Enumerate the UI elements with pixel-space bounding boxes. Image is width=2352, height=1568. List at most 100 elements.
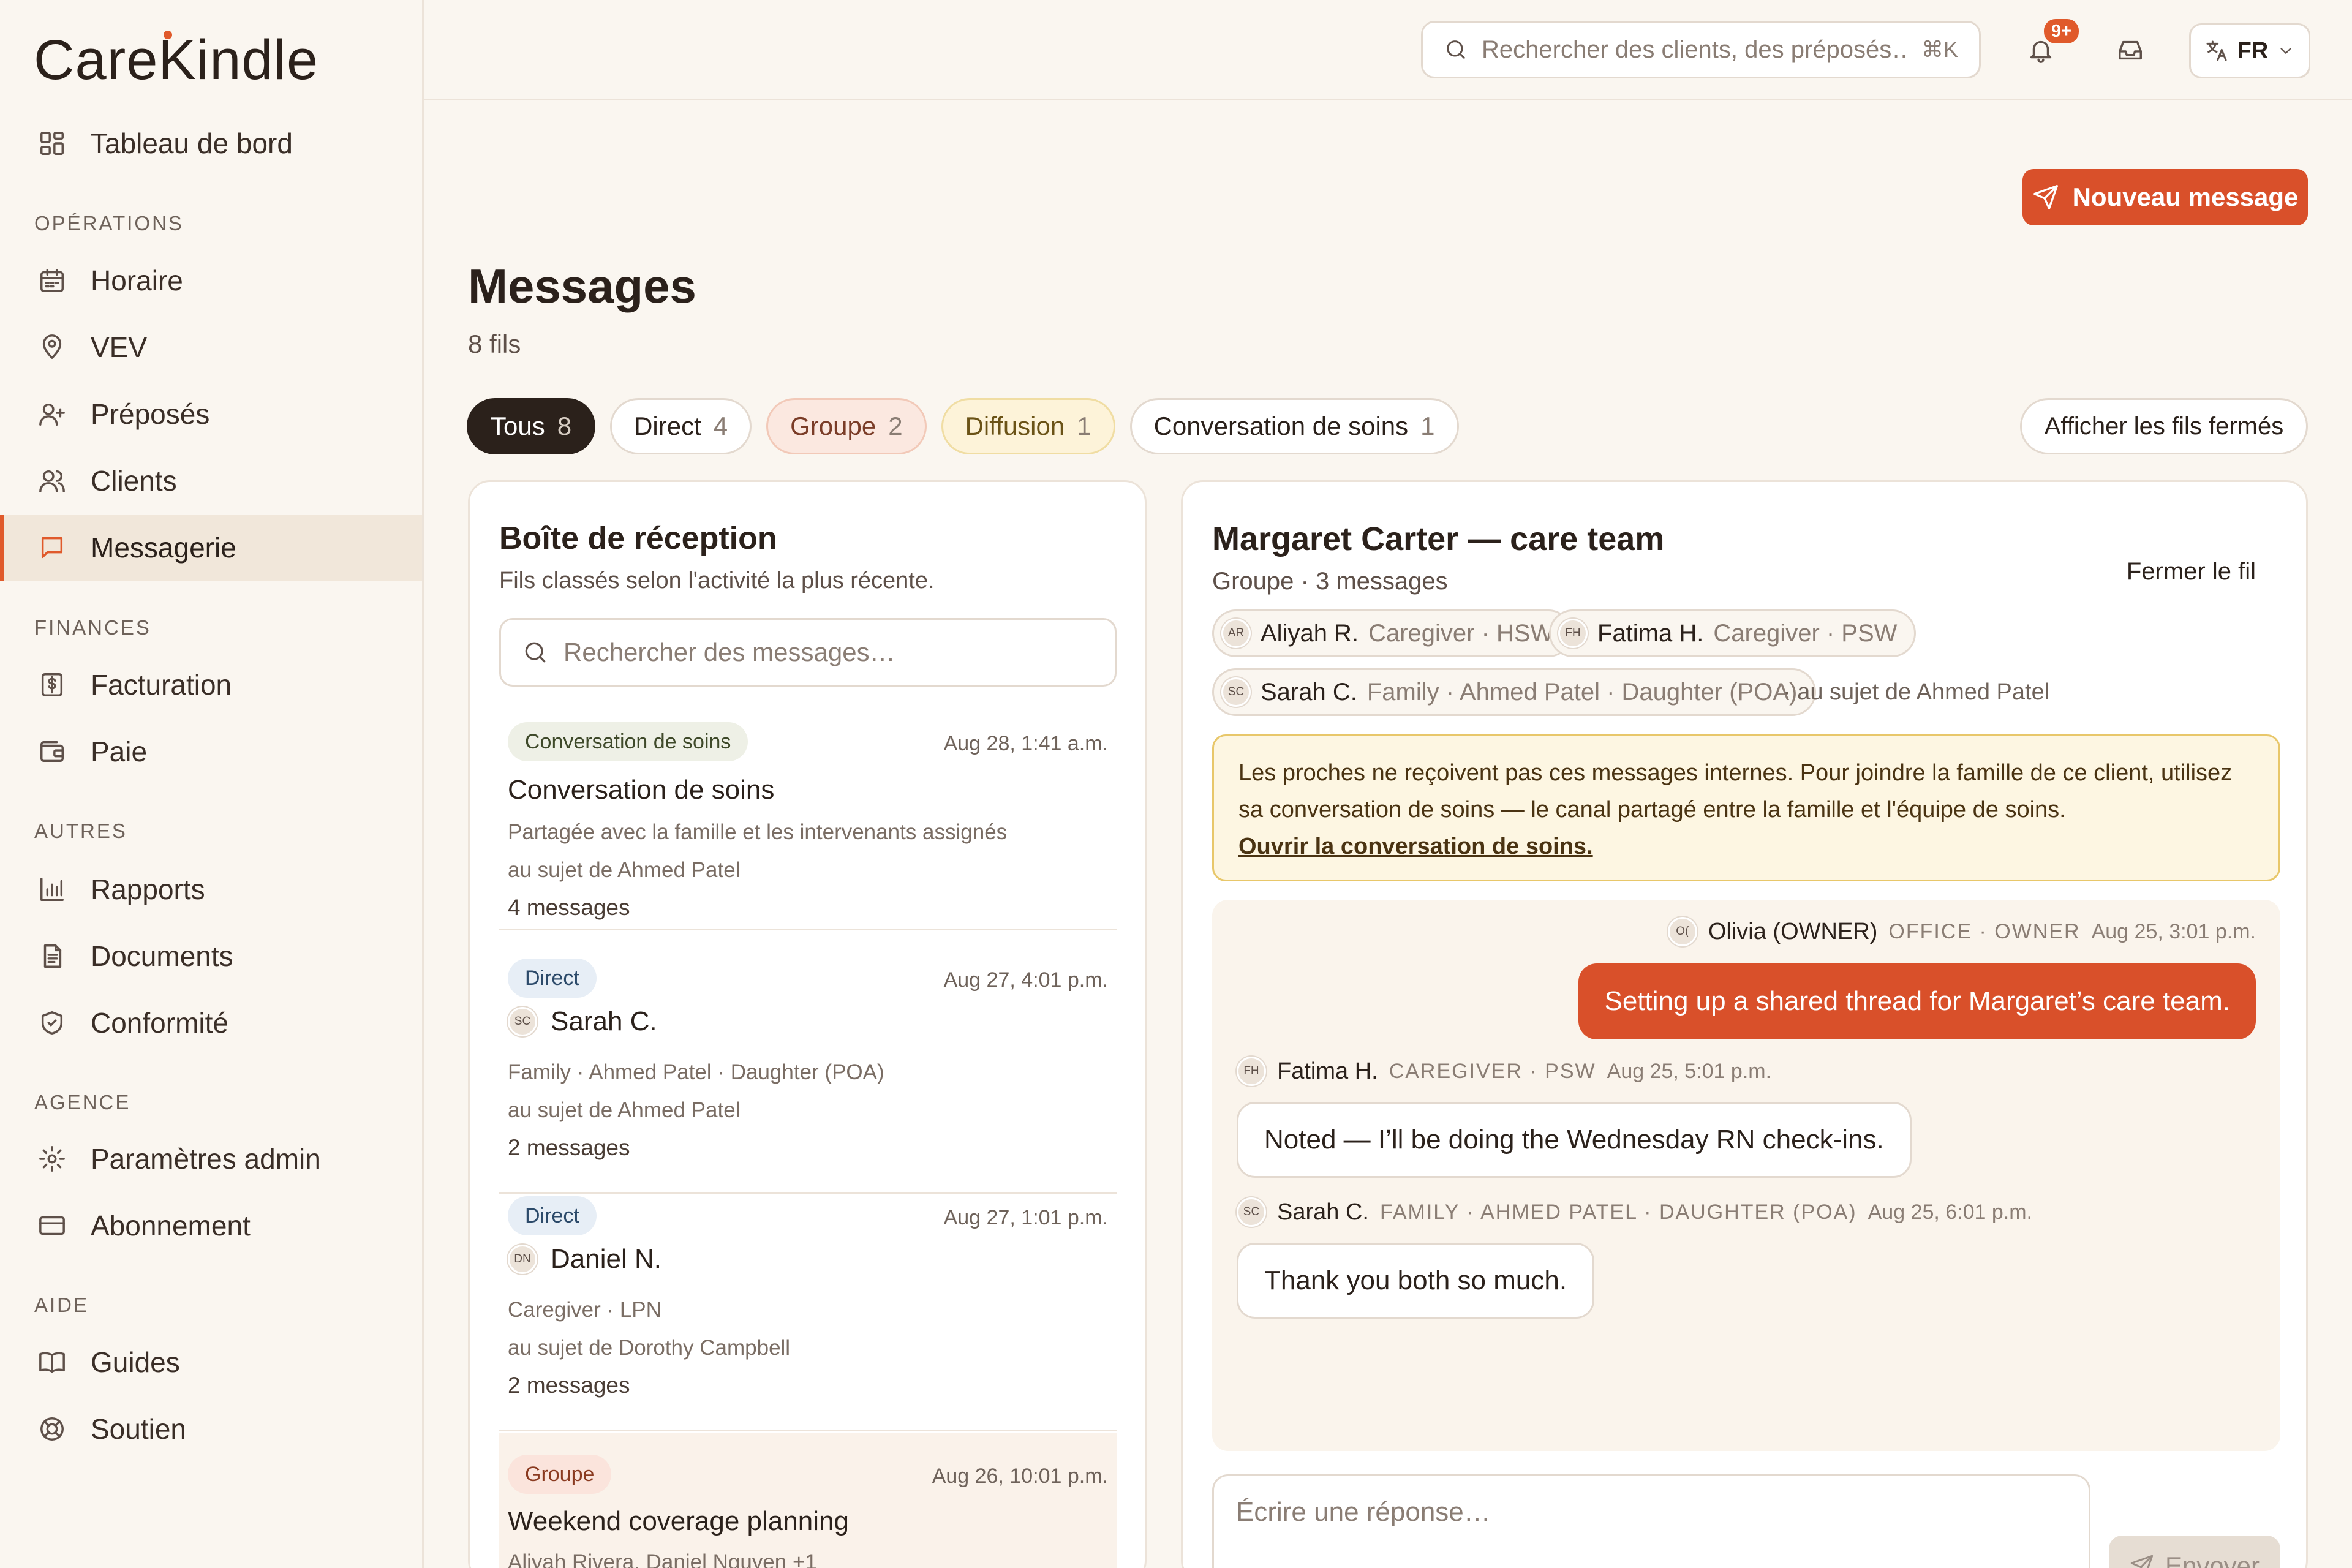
message-search-input[interactable] xyxy=(564,638,1094,667)
nav-item-abonnement[interactable]: Abonnement xyxy=(0,1193,422,1259)
nav-section-finances: FINANCES xyxy=(34,616,151,639)
nav-item-soutien[interactable]: Soutien xyxy=(0,1396,422,1462)
nav-item-documents[interactable]: Documents xyxy=(0,923,422,989)
book-icon xyxy=(39,1352,65,1373)
calendar-icon xyxy=(40,269,64,292)
nav-item-messagerie[interactable]: Messagerie xyxy=(0,514,422,581)
bar-chart-icon xyxy=(40,878,64,901)
nav-item-dashboard[interactable]: Tableau de bord xyxy=(0,110,422,176)
inbox-icon xyxy=(2119,40,2142,60)
close-thread-button[interactable]: Fermer le fil xyxy=(2127,558,2256,586)
participant-chip[interactable]: FH Fatima H. Caregiver · PSW xyxy=(1549,609,1917,657)
search-shortcut: ⌘K xyxy=(1921,37,1958,62)
nav-item-paie[interactable]: Paie xyxy=(0,718,422,785)
open-care-conversation-link[interactable]: Ouvrir la conversation de soins. xyxy=(1238,828,2254,865)
notifications-button[interactable]: 9+ xyxy=(2016,17,2081,75)
thread-item[interactable]: Groupe Aug 26, 10:01 p.m. Weekend covera… xyxy=(499,1433,1117,1568)
thread-time: Aug 27, 4:01 p.m. xyxy=(943,968,1108,992)
filter-diffusion[interactable]: Diffusion 1 xyxy=(941,398,1115,454)
filter-direct[interactable]: Direct 4 xyxy=(610,398,752,454)
global-search[interactable]: ⌘K xyxy=(1421,21,1981,78)
notification-badge: 9+ xyxy=(2042,17,2081,45)
nav-label: Messagerie xyxy=(91,532,236,564)
nav-item-facturation[interactable]: Facturation xyxy=(0,652,422,718)
send-icon xyxy=(2130,1555,2154,1568)
avatar: SC xyxy=(508,1007,537,1036)
message-meta: O( Olivia (OWNER) OFFICE · OWNER Aug 25,… xyxy=(1667,917,2256,946)
thread-about: au sujet de Ahmed Patel xyxy=(508,858,741,882)
users-icon xyxy=(39,470,65,492)
nav-label: Guides xyxy=(91,1346,180,1378)
chevron-down-icon xyxy=(2280,48,2291,54)
thread-detail: Caregiver · LPN xyxy=(508,1298,662,1322)
nav-label: Préposés xyxy=(91,398,210,430)
send-button[interactable]: Envoyer xyxy=(2109,1536,2280,1568)
filter-conversation-soins[interactable]: Conversation de soins 1 xyxy=(1129,398,1459,454)
thread-item[interactable]: Direct Aug 27, 4:01 p.m. SC Sarah C. Fam… xyxy=(499,959,1117,1194)
language-selector[interactable]: FR xyxy=(2189,23,2310,78)
nav-label: Documents xyxy=(91,940,233,972)
nav-label: Abonnement xyxy=(91,1210,251,1242)
search-icon xyxy=(1447,40,1465,59)
message-bubble-outgoing: Setting up a shared thread for Margaret’… xyxy=(1578,963,2256,1039)
thread-item[interactable]: Conversation de soins Aug 28, 1:41 a.m. … xyxy=(499,722,1117,930)
nav-section-autres: AUTRES xyxy=(34,820,127,842)
avatar: SC xyxy=(1221,677,1251,707)
inbox-subtitle: Fils classés selon l'activité la plus ré… xyxy=(499,568,935,594)
message-bubble-incoming: Noted — I’ll be doing the Wednesday RN c… xyxy=(1237,1102,1912,1178)
participant-chip[interactable]: AR Aliyah R. Caregiver · HSW xyxy=(1212,609,1573,657)
conversation-panel: Margaret Carter — care team Groupe · 3 m… xyxy=(1181,480,2308,1568)
brand-logo[interactable]: Care Kindle xyxy=(34,26,318,94)
global-search-input[interactable] xyxy=(1482,36,1908,64)
user-plus-icon xyxy=(39,403,65,426)
participant-chip[interactable]: SC Sarah C. Family · Ahmed Patel · Daugh… xyxy=(1212,668,1817,716)
send-icon xyxy=(2033,185,2058,209)
show-closed-threads-button[interactable]: Afficher les fils fermés xyxy=(2020,398,2308,454)
thread-item[interactable]: Direct Aug 27, 1:01 p.m. DN Daniel N. Ca… xyxy=(499,1196,1117,1431)
new-message-button[interactable]: Nouveau message xyxy=(2022,169,2308,225)
nav-item-vev[interactable]: VEV xyxy=(0,314,422,380)
nav-label: Soutien xyxy=(91,1413,187,1445)
avatar: DN xyxy=(508,1245,537,1274)
nav-item-rapports[interactable]: Rapports xyxy=(0,856,422,922)
sidebar: Care Kindle Tableau de bord OPÉRATIONS Ho… xyxy=(0,0,424,1568)
nav-item-clients[interactable]: Clients xyxy=(0,448,422,514)
nav-item-parametres[interactable]: Paramètres admin xyxy=(0,1126,422,1192)
top-bar: ⌘K 9+ FR xyxy=(424,0,2352,100)
reply-textarea[interactable] xyxy=(1212,1474,2090,1568)
thread-about: au sujet de Ahmed Patel xyxy=(508,1098,741,1122)
nav-section-agence: AGENCE xyxy=(34,1091,131,1114)
nav-item-conformite[interactable]: Conformité xyxy=(0,990,422,1056)
message-list: O( Olivia (OWNER) OFFICE · OWNER Aug 25,… xyxy=(1212,900,2280,1451)
thread-time: Aug 27, 1:01 p.m. xyxy=(943,1206,1108,1229)
nav-item-guides[interactable]: Guides xyxy=(0,1329,422,1395)
thread-message-count: 2 messages xyxy=(508,1373,630,1398)
avatar: SC xyxy=(1237,1197,1266,1227)
thread-tag: Direct xyxy=(508,1196,597,1235)
thread-name: DN Daniel N. xyxy=(508,1244,662,1275)
message-search[interactable] xyxy=(499,618,1117,687)
message-meta: FH Fatima H. CAREGIVER · PSW Aug 25, 5:0… xyxy=(1237,1057,1771,1086)
grid-icon xyxy=(40,132,64,155)
conversation-title: Margaret Carter — care team xyxy=(1212,521,1665,557)
nav-label: Paramètres admin xyxy=(91,1143,321,1175)
gear-icon xyxy=(39,1146,65,1172)
conversation-subtitle: Groupe · 3 messages xyxy=(1212,568,1448,595)
message-bubble-incoming: Thank you both so much. xyxy=(1237,1243,1595,1319)
avatar: FH xyxy=(1237,1057,1266,1086)
dollar-icon xyxy=(41,673,63,696)
search-icon xyxy=(525,642,546,663)
thread-time: Aug 26, 10:01 p.m. xyxy=(932,1464,1108,1488)
thread-message-count: 2 messages xyxy=(508,1135,630,1160)
filter-groupe[interactable]: Groupe 2 xyxy=(766,398,927,454)
thread-detail: Family · Ahmed Patel · Daughter (POA) xyxy=(508,1060,884,1084)
inbox-button[interactable] xyxy=(2106,26,2155,75)
avatar: FH xyxy=(1558,619,1588,648)
thread-tag: Groupe xyxy=(508,1455,612,1494)
filter-tous[interactable]: Tous 8 xyxy=(467,398,596,454)
nav-item-preposes[interactable]: Préposés xyxy=(0,381,422,447)
nav-item-horaire[interactable]: Horaire xyxy=(0,247,422,314)
wallet-icon xyxy=(40,741,64,763)
internal-notice: Les proches ne reçoivent pas ces message… xyxy=(1212,734,2280,881)
nav-label: Paie xyxy=(91,736,148,767)
